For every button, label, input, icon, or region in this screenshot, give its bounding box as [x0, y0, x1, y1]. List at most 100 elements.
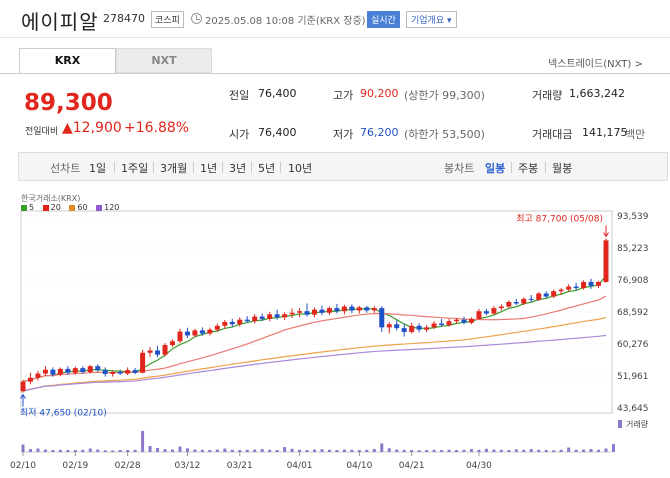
prev-close-label: 전일: [229, 89, 250, 102]
stock-name: 에이피알: [21, 10, 99, 34]
x-tick-label: 02/19: [62, 461, 88, 471]
period-10y[interactable]: 10년: [288, 160, 312, 176]
volume-bar: [462, 449, 466, 452]
volume-bar: [156, 448, 160, 452]
market-badge: 코스피: [151, 11, 184, 28]
tab-krx[interactable]: KRX: [19, 48, 116, 73]
candle-body: [252, 316, 258, 322]
candle-body: [50, 369, 56, 375]
volume-bar: [350, 449, 354, 452]
ma5-label: 5: [29, 203, 35, 212]
candle-body: [573, 286, 579, 289]
period-1y[interactable]: 1년: [200, 160, 217, 176]
candle-body: [439, 323, 445, 326]
x-tick-label: 04/21: [399, 461, 425, 471]
volume-bar: [313, 449, 316, 452]
realtime-button[interactable]: 실시간: [367, 11, 400, 28]
volume-bar: [447, 449, 451, 452]
volume-bar: [200, 449, 204, 452]
candle-body: [20, 381, 26, 392]
candle-body: [237, 319, 243, 325]
volume-bar: [537, 449, 541, 452]
volume-bar: [432, 449, 436, 452]
volume-bar: [589, 449, 593, 452]
candle-daily[interactable]: 일봉: [485, 160, 505, 176]
volume-bar: [66, 450, 70, 452]
candle-body: [581, 281, 587, 289]
x-tick-label: 04/10: [346, 461, 372, 471]
ma60-line: [22, 317, 607, 392]
volume-bar: [21, 444, 25, 452]
volume-bar: [342, 449, 346, 452]
period-5y[interactable]: 5년: [258, 160, 275, 176]
candle-body: [468, 318, 474, 323]
volume-bar: [133, 449, 137, 452]
volume-bar: [223, 448, 227, 452]
open-value: 76,400: [258, 126, 297, 139]
volume-bar: [58, 449, 62, 452]
volume-bar: [357, 450, 361, 452]
volume-bar: [604, 448, 608, 452]
volume-bar: [96, 449, 100, 452]
volume-bar: [410, 450, 414, 452]
candle-body: [147, 350, 153, 353]
volume-bar: [215, 449, 219, 452]
candle-body: [110, 372, 116, 374]
ma20-label: 20: [50, 203, 61, 212]
volume-bar: [193, 449, 197, 452]
candle-body: [356, 307, 362, 311]
volume-bar: [148, 446, 152, 452]
candle-body: [498, 306, 504, 309]
volume-value: 1,663,242: [569, 87, 625, 100]
period-3m[interactable]: 3개월: [160, 160, 187, 176]
prev-close-value: 76,400: [258, 87, 297, 100]
amount-label: 거래대금: [532, 128, 573, 141]
candle-body: [334, 308, 340, 312]
volume-bar: [305, 450, 309, 452]
candle-weekly[interactable]: 주봉: [518, 160, 538, 176]
company-info-dropdown[interactable]: 기업개요 ▾: [406, 11, 457, 28]
change-amount: ▲12,900: [62, 120, 122, 136]
volume-bar: [552, 450, 556, 452]
y-tick-label: 51,961: [617, 372, 649, 382]
candle-chart-label: 봉차트: [444, 162, 475, 175]
volume-bar: [230, 449, 234, 452]
candle-body: [409, 325, 415, 332]
price-chart: 한국거래소(KRX) 5 20 60 120 93,539 85,223 76,90…: [0, 186, 670, 478]
candle-monthly[interactable]: 월봉: [552, 160, 572, 176]
candle-body: [140, 352, 146, 373]
volume-bar: [380, 443, 384, 452]
y-tick-label: 85,223: [617, 244, 649, 254]
volume-label: 거래량: [626, 419, 649, 429]
volume-bar: [268, 449, 272, 452]
period-bar: 선차트 1일 1주일 3개월 1년 3년 5년 10년 봉차트 일봉 주봉 월봉: [18, 152, 668, 181]
candle-body: [155, 350, 161, 355]
volume-bar: [170, 449, 174, 452]
volume-bar: [320, 449, 324, 452]
amount-unit: 백만: [625, 128, 646, 141]
stock-code: 278470: [103, 12, 145, 25]
stock-header: 에이피알 278470 코스피 2025.05.08 10:08 기준(KRX …: [0, 0, 670, 38]
period-3y[interactable]: 3년: [229, 160, 246, 176]
nextrade-link[interactable]: 넥스트레이드(NXT) >: [548, 55, 643, 70]
candle-body: [394, 324, 400, 329]
candle-body: [259, 316, 265, 319]
volume-bar: [582, 449, 586, 452]
candle-body: [87, 366, 93, 373]
low-annotation: 최저 47,650 (02/10): [20, 408, 107, 419]
change-label: 전일대비: [25, 127, 59, 137]
period-1d[interactable]: 1일: [89, 160, 106, 176]
volume-bar: [81, 449, 85, 452]
candle-body: [551, 291, 557, 297]
candle-body: [364, 307, 370, 311]
volume-bar: [574, 449, 578, 452]
low-value: 76,200: [360, 126, 399, 139]
candle-body: [461, 319, 467, 323]
candlestick-svg[interactable]: 93,539 85,223 76,908 68,592 60,276 51,961 43,6…: [0, 186, 670, 478]
volume-swatch: [618, 420, 622, 428]
candle-body: [222, 321, 228, 326]
tab-nxt[interactable]: NXT: [116, 48, 212, 73]
candle-body: [65, 368, 71, 373]
volume-bar: [387, 448, 391, 452]
period-1w[interactable]: 1주일: [121, 160, 148, 176]
